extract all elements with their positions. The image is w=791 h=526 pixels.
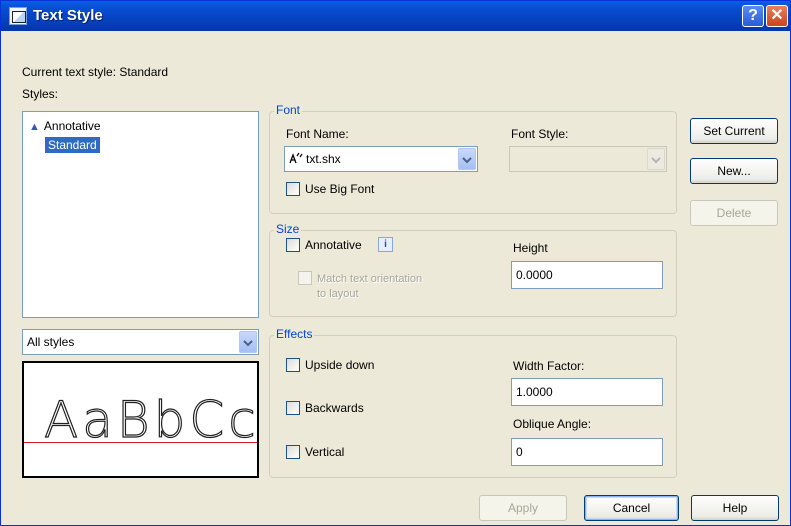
annotative-label: Annotative — [305, 238, 362, 252]
vertical-label: Vertical — [305, 445, 345, 459]
use-big-font-checkbox[interactable] — [286, 182, 300, 196]
styles-label: Styles: — [22, 87, 59, 101]
upside-down-label: Upside down — [305, 358, 375, 372]
backwards-label: Backwards — [305, 401, 364, 415]
info-icon[interactable]: i — [378, 237, 393, 252]
preview-sample-text: AaBbCc — [43, 390, 259, 449]
new-button[interactable]: New... — [690, 158, 778, 184]
font-group-title: Font — [274, 103, 303, 117]
chevron-down-icon[interactable] — [458, 148, 476, 170]
chevron-down-icon[interactable] — [647, 148, 665, 170]
oblique-angle-label: Oblique Angle: — [513, 417, 592, 431]
styles-filter-select[interactable]: All styles — [22, 329, 259, 355]
delete-button[interactable]: Delete — [690, 200, 778, 226]
styles-list[interactable]: ▲ Annotative Standard — [22, 111, 259, 318]
current-style-row: Current text style: Standard — [22, 65, 168, 79]
cancel-button[interactable]: Cancel — [584, 495, 679, 521]
font-name-value: txt.shx — [306, 152, 341, 166]
font-style-label: Font Style: — [511, 127, 569, 141]
annotative-checkbox[interactable] — [286, 238, 300, 252]
style-preview: AaBbCc — [22, 361, 259, 478]
title-bar[interactable]: Text Style ? ✕ — [1, 1, 790, 31]
width-factor-label: Width Factor: — [513, 359, 585, 373]
chevron-down-icon[interactable] — [239, 331, 257, 353]
help-button[interactable]: Help — [691, 495, 779, 521]
font-style-select[interactable] — [509, 146, 667, 172]
font-name-label: Font Name: — [286, 127, 349, 141]
font-name-select[interactable]: txt.shx — [284, 146, 478, 172]
app-icon — [9, 7, 27, 25]
list-item-annotative[interactable]: ▲ Annotative — [29, 118, 101, 134]
height-label: Height — [513, 241, 548, 255]
size-group-title: Size — [274, 222, 302, 236]
current-style-label: Current text style: — [22, 65, 117, 79]
oblique-angle-input[interactable]: 0 — [511, 438, 663, 466]
shx-font-icon — [288, 147, 306, 171]
height-input[interactable]: 0.0000 — [511, 261, 663, 289]
close-icon[interactable]: ✕ — [766, 5, 788, 27]
current-style-value: Standard — [119, 65, 169, 79]
styles-filter-value: All styles — [27, 335, 75, 349]
upside-down-checkbox[interactable] — [286, 358, 300, 372]
apply-button[interactable]: Apply — [479, 495, 567, 521]
backwards-checkbox[interactable] — [286, 401, 300, 415]
width-factor-input[interactable]: 1.0000 — [511, 378, 663, 406]
help-icon[interactable]: ? — [742, 5, 764, 27]
set-current-button[interactable]: Set Current — [690, 118, 778, 144]
match-orientation-label: Match text orientation to layout — [317, 273, 423, 300]
effects-group-title: Effects — [274, 327, 315, 341]
annotative-triangle-icon: ▲ — [29, 121, 40, 133]
list-item-standard[interactable]: Standard — [45, 137, 100, 153]
window-title: Text Style — [33, 7, 103, 24]
vertical-checkbox[interactable] — [286, 445, 300, 459]
text-style-dialog: Text Style ? ✕ Current text style: Stand… — [0, 0, 791, 526]
match-orientation-checkbox[interactable] — [298, 271, 312, 285]
use-big-font-label: Use Big Font — [305, 182, 375, 196]
